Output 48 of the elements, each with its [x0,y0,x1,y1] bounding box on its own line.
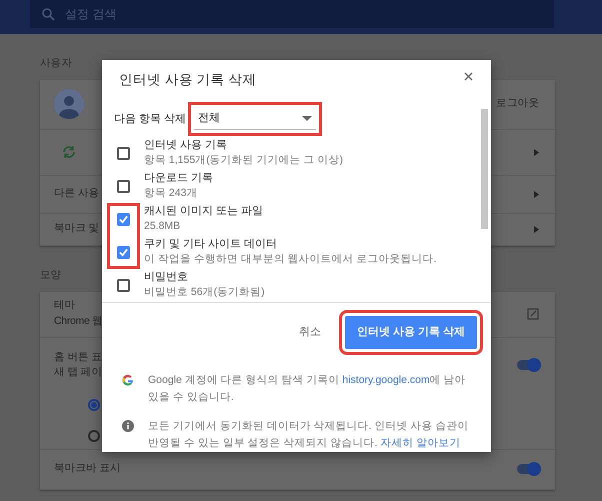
option-detail: 비밀번호 56개(동기화됨) [144,285,265,300]
checkbox[interactable] [117,279,130,292]
checkbox[interactable] [117,147,130,160]
radio-button[interactable] [88,399,100,411]
option-detail: 항목 1,155개(동기화된 기기에는 그 이상) [144,153,343,168]
close-button[interactable] [462,70,475,83]
clear-data-button[interactable]: 인터넷 사용 기록 삭제 [344,316,477,349]
sync-icon [62,145,76,160]
dialog-title: 인터넷 사용 기록 삭제 [119,71,256,89]
note-text: Google 계정에 다른 형식의 탐색 기록이 history.google.com에 남아있을 수 있습니다. [148,373,467,406]
note-link[interactable]: 자세히 알아보기 [380,437,460,450]
checkbox[interactable] [117,246,130,260]
highlight-frame [107,203,140,270]
option-title: 다운로드 기록 [144,171,214,186]
note-text: 모든 기기에서 동기화된 데이터가 삭제됩니다. 인터넷 사용 습관이 반영될 수 있는 일부 설정은 삭제되지 않습니다. 자세히 알아보기 [148,419,470,452]
setting-detail: 새 탭 페이 [54,365,102,380]
expand-arrow-icon[interactable] [534,190,539,198]
note-link[interactable]: history.google.com [342,374,430,386]
setting-title: 북마크바 표시 [54,461,121,476]
option-detail: 항목 243개 [144,186,198,202]
option-title: 비밀번호 [144,270,188,286]
settings-link[interactable]: 북마크 및 [54,221,100,238]
range-label: 다음 항목 삭제 [114,112,186,127]
option-title: 캐시된 이미지 또는 파일 [144,204,264,220]
toggle-switch[interactable] [517,464,539,474]
search-field[interactable]: 설정 검색 [65,5,125,23]
caret-icon [302,116,312,122]
toggle-switch[interactable] [517,360,539,370]
settings-link[interactable]: 다른 사용 [54,186,100,202]
search-icon [42,8,55,20]
google-logo-icon [122,374,134,386]
expand-arrow-icon[interactable] [534,226,539,233]
cancel-button[interactable]: 취소 [286,318,333,347]
checkbox[interactable] [117,213,130,226]
avatar-icon [54,89,84,120]
expand-arrow-icon[interactable] [534,148,539,156]
sign-out-link[interactable]: 로그아웃 [496,96,539,112]
info-icon [122,420,134,432]
external-link-icon[interactable] [527,308,539,320]
theme-title: 테마 [54,298,76,314]
option-title: 인터넷 사용 기록 [144,138,228,154]
checkbox[interactable] [117,180,130,194]
radio-button[interactable] [88,430,100,442]
option-detail: 25.8MB [144,219,180,234]
theme-detail: Chrome 웹 [54,314,103,329]
option-title: 쿠키 및 기타 사이트 데이터 [144,237,278,252]
option-detail: 이 작업을 수행하면 대부분의 웹사이트에서 로그아웃됩니다. [144,252,437,268]
setting-title: 홈 버튼 표 [54,350,102,364]
